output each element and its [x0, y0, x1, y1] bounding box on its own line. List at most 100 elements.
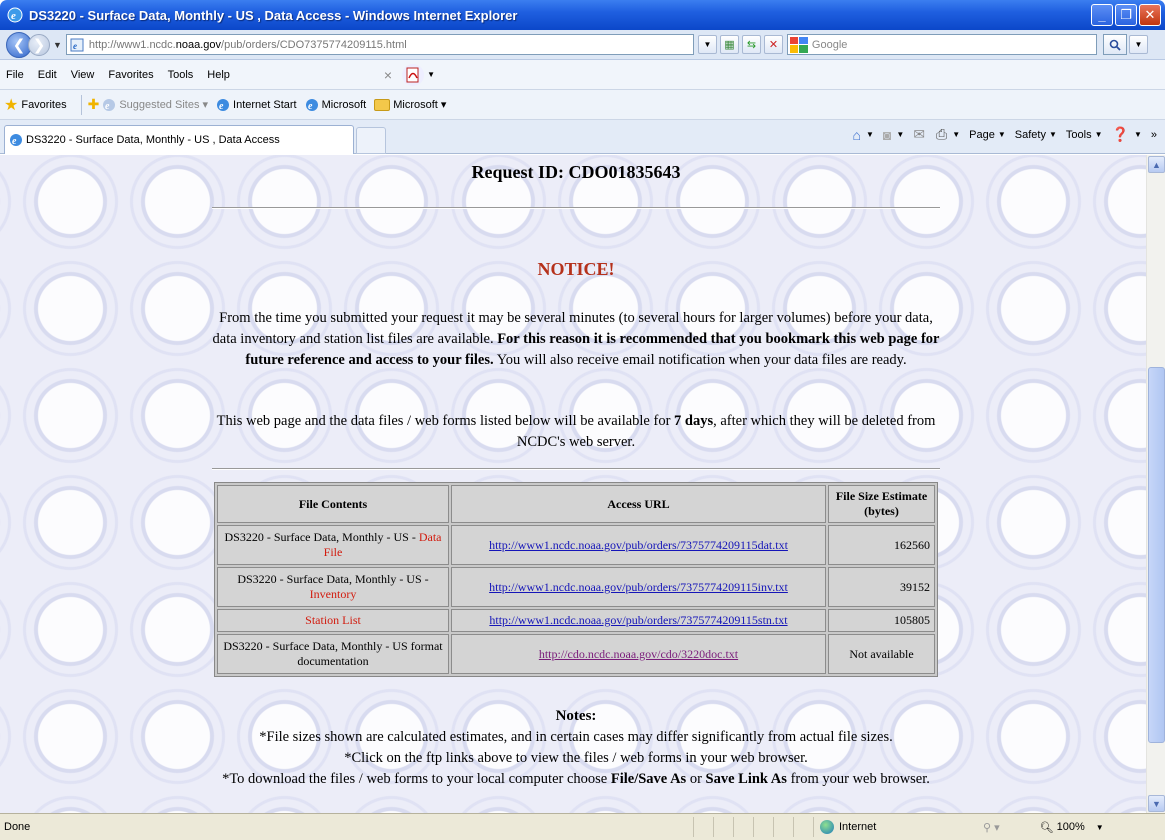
minimize-button[interactable]: _ — [1091, 4, 1113, 26]
divider — [212, 468, 940, 470]
notes-title: Notes: — [555, 708, 597, 724]
tab-current-page[interactable]: e DS3220 - Surface Data, Monthly - US , … — [4, 125, 354, 154]
menu-help[interactable]: Help — [207, 69, 230, 81]
scrollbar-thumb[interactable] — [1148, 367, 1165, 743]
favorites-bar: ★ Favorites ✚ e Suggested Sites ▾ e Inte… — [0, 90, 1165, 120]
menu-tools[interactable]: Tools — [168, 69, 194, 81]
zoom-control[interactable]: 🔍︎ 100% ▼ — [1040, 821, 1104, 834]
protected-mode-icon[interactable]: ⚲ ▾ — [983, 821, 1000, 834]
vertical-scrollbar[interactable]: ▲ ▼ — [1146, 155, 1165, 813]
note-line: *File sizes shown are calculated estimat… — [259, 729, 893, 745]
menu-file[interactable]: File — [6, 69, 24, 81]
page-viewport: Request ID: CDO01835643 NOTICE! From the… — [0, 155, 1146, 813]
note-line: *Click on the ftp links above to view th… — [344, 750, 808, 766]
fav-microsoft[interactable]: e Microsoft — [305, 98, 366, 112]
home-icon: ⌂ — [852, 126, 861, 143]
search-placeholder: Google — [811, 38, 848, 51]
divider — [212, 207, 940, 209]
scroll-down-icon[interactable]: ▼ — [1148, 795, 1165, 812]
doc-link[interactable]: http://cdo.ncdc.noaa.gov/cdo/3220doc.txt — [539, 647, 738, 661]
menu-edit[interactable]: Edit — [38, 69, 57, 81]
maximize-button[interactable]: ❐ — [1115, 4, 1137, 26]
zoom-level: 100% — [1056, 821, 1085, 833]
fav-microsoft-folder[interactable]: Microsoft ▾ — [374, 98, 446, 111]
pdf-dropdown-icon[interactable]: ▼ — [427, 70, 435, 79]
pdf-convert-icon[interactable] — [402, 63, 425, 86]
file-contents-cell: DS3220 - Surface Data, Monthly - US - Da… — [217, 525, 449, 565]
feeds-button[interactable]: ◙ ▼ — [883, 127, 904, 143]
star-icon: ★ — [4, 96, 19, 114]
pdf-icon — [406, 67, 419, 82]
toolbar-close-icon[interactable]: × — [384, 67, 392, 83]
tools-menu-label: Tools — [1065, 128, 1092, 141]
new-tab-button[interactable] — [356, 127, 386, 154]
history-dropdown-icon[interactable]: ▼ — [53, 40, 62, 50]
favorites-label: Favorites — [21, 98, 67, 111]
close-button[interactable]: ✕ — [1139, 4, 1161, 26]
refresh-icon[interactable]: ⇆ — [741, 35, 761, 54]
file-contents-cell: DS3220 - Surface Data, Monthly - US form… — [217, 634, 449, 674]
help-icon: ❓ — [1111, 126, 1129, 142]
svg-text:e: e — [308, 101, 313, 112]
menu-view[interactable]: View — [71, 69, 95, 81]
tools-menu[interactable]: Tools ▼ — [1066, 129, 1103, 141]
search-button[interactable] — [1102, 34, 1127, 55]
notice-heading: NOTICE! — [537, 259, 615, 279]
note-text: or — [686, 771, 706, 787]
size-cell: Not available — [828, 634, 935, 674]
window-titlebar[interactable]: e DS3220 - Surface Data, Monthly - US , … — [0, 0, 1165, 30]
chevron-right-icon[interactable]: » — [1151, 129, 1157, 141]
mail-icon: ✉ — [913, 126, 926, 142]
url-cell: http://www1.ncdc.noaa.gov/pub/orders/737… — [451, 525, 826, 565]
safety-menu[interactable]: Safety ▼ — [1015, 129, 1057, 141]
tab-strip: e DS3220 - Surface Data, Monthly - US , … — [0, 120, 1165, 154]
ie-page-icon: e — [103, 98, 116, 112]
para-bold: 7 days — [674, 413, 714, 429]
url-cell: http://cdo.ncdc.noaa.gov/cdo/3220doc.txt — [451, 634, 826, 674]
add-favorite-icon[interactable]: ✚ — [88, 96, 100, 113]
forward-button[interactable]: ❯ — [28, 33, 50, 56]
header-file-contents: File Contents — [217, 485, 449, 523]
stop-icon[interactable]: ✕ — [763, 35, 783, 54]
fav-internet-start[interactable]: e Internet Start — [216, 98, 297, 112]
url-domain: noaa.gov — [175, 38, 222, 51]
note-bold: Save Link As — [705, 771, 787, 787]
table-row: DS3220 - Surface Data, Monthly - US - In… — [217, 567, 935, 607]
note-text: from your web browser. — [786, 771, 930, 787]
menu-bar: File Edit View Favorites Tools Help × ▼ — [0, 60, 1165, 90]
scroll-up-icon[interactable]: ▲ — [1148, 156, 1165, 173]
file-link[interactable]: http://www1.ncdc.noaa.gov/pub/orders/737… — [489, 613, 787, 627]
ie-page-icon: e — [217, 98, 230, 112]
file-link[interactable]: http://www1.ncdc.noaa.gov/pub/orders/737… — [489, 538, 788, 552]
magnifier-icon — [1109, 39, 1121, 51]
notice-paragraph: From the time you submitted your request… — [212, 308, 940, 371]
favorites-button[interactable]: ★ Favorites — [4, 95, 67, 115]
security-zone[interactable]: Internet — [813, 817, 983, 837]
notes-section: Notes: *File sizes shown are calculated … — [212, 706, 940, 790]
ie-logo-icon: e — [7, 7, 23, 23]
printer-icon: ⎙ — [936, 126, 948, 142]
fav-suggested-sites[interactable]: e Suggested Sites ▾ — [102, 98, 208, 112]
search-input[interactable]: Google — [786, 34, 1097, 55]
safety-menu-label: Safety — [1014, 128, 1046, 141]
home-button[interactable]: ⌂ ▼ — [853, 127, 874, 143]
address-input[interactable]: e http://www1.ncdc. noaa.gov/pub/orders/C… — [65, 34, 694, 55]
file-contents-cell: DS3220 - Surface Data, Monthly - US - In… — [217, 567, 449, 607]
header-access-url: Access URL — [451, 485, 826, 523]
url-cell: http://www1.ncdc.noaa.gov/pub/orders/737… — [451, 567, 826, 607]
zoom-icon: 🔍︎ — [1039, 821, 1054, 834]
file-link[interactable]: http://www1.ncdc.noaa.gov/pub/orders/737… — [489, 580, 788, 594]
address-dropdown-icon[interactable]: ▼ — [697, 35, 717, 54]
page-menu[interactable]: Page ▼ — [969, 129, 1006, 141]
print-button[interactable]: ⎙ ▼ — [936, 126, 960, 143]
compatibility-view-icon[interactable]: ▦ — [719, 35, 739, 54]
table-row: DS3220 - Surface Data, Monthly - US form… — [217, 634, 935, 674]
size-cell: 39152 — [828, 567, 935, 607]
mail-button[interactable]: ✉ — [913, 126, 927, 143]
help-button[interactable]: ❓ ▼ — [1112, 126, 1142, 143]
svg-text:e: e — [219, 101, 224, 112]
request-id: Request ID: CDO01835643 — [471, 162, 681, 182]
menu-favorites[interactable]: Favorites — [108, 69, 153, 81]
search-options-icon[interactable]: ▼ — [1128, 35, 1148, 54]
command-bar: ⌂ ▼ ◙ ▼ ✉ ⎙ ▼ Page ▼ Safety ▼ Tools ▼ ❓ ▼ » — [853, 126, 1157, 143]
